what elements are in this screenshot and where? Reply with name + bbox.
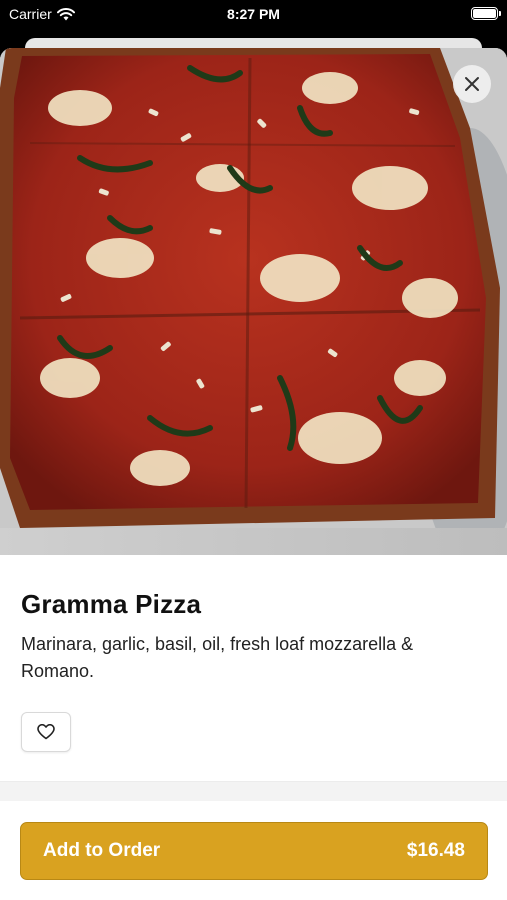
add-to-order-label: Add to Order	[43, 840, 161, 861]
pizza-image	[0, 48, 507, 528]
heart-outline-icon	[37, 724, 55, 740]
section-divider	[0, 781, 507, 801]
item-title: Gramma Pizza	[21, 589, 202, 619]
order-price: $16.48	[406, 840, 465, 861]
favorite-button[interactable]	[21, 712, 71, 752]
close-button[interactable]	[453, 65, 491, 103]
status-time: 8:27 PM	[227, 6, 280, 22]
item-description: Marinara, garlic, basil, oil, fresh loaf…	[21, 634, 414, 681]
status-bar: Carrier 8:27 PM	[0, 0, 507, 30]
item-detail-sheet: Gramma Pizza Marinara, garlic, basil, oi…	[0, 48, 507, 900]
close-icon	[465, 77, 479, 91]
item-photo	[0, 48, 507, 555]
battery-icon	[471, 7, 501, 20]
add-to-order-button[interactable]: Add to Order $16.48	[20, 822, 488, 880]
